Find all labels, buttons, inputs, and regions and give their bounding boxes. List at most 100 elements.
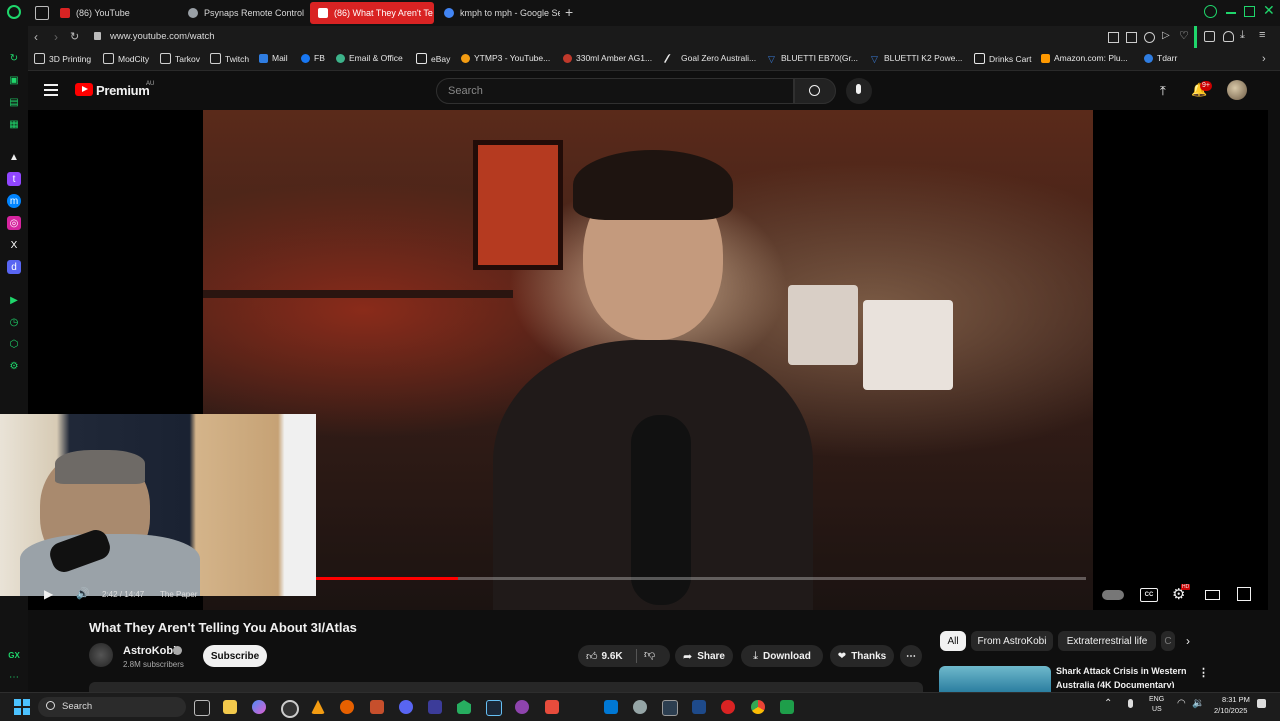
play-icon[interactable]: ▷	[1162, 30, 1170, 41]
profile-icon[interactable]	[1223, 31, 1234, 42]
recommended-title-line-2[interactable]: Australia (4K Documentary)	[1056, 680, 1196, 688]
captions-icon[interactable]: CC	[1140, 588, 1158, 602]
bookmark-item[interactable]: ▽ BLUETTI EB70(Gr...	[768, 53, 858, 64]
tab-menu-icon[interactable]	[35, 6, 49, 20]
discord-taskbar-icon[interactable]	[399, 700, 413, 714]
clock-date[interactable]: 2/10/2025	[1214, 706, 1247, 715]
video-frame[interactable]	[203, 110, 1093, 610]
tray-microphone-icon[interactable]	[1128, 699, 1133, 708]
bookmark-item[interactable]: Drinks Cart	[974, 53, 1032, 64]
settings-icon[interactable]: ⚙	[7, 359, 21, 373]
close-icon[interactable]: ✕	[1263, 2, 1275, 19]
notification-center-icon[interactable]	[1257, 699, 1266, 708]
forward-icon[interactable]: ›	[54, 30, 58, 44]
search-tabs-icon[interactable]	[1204, 5, 1217, 18]
autoplay-toggle[interactable]	[1102, 590, 1124, 600]
app-icon[interactable]	[545, 700, 559, 714]
pin-icon[interactable]	[1108, 32, 1119, 43]
bookmark-item[interactable]: Goal Zero Australi...	[663, 53, 756, 63]
fullscreen-icon[interactable]	[1237, 587, 1251, 601]
app-icon[interactable]	[515, 700, 529, 714]
bookmark-item[interactable]: Twitch	[210, 53, 249, 64]
twitch-icon[interactable]: t	[7, 172, 21, 186]
app-icon[interactable]	[633, 700, 647, 714]
tab-psynaps[interactable]: Psynaps Remote Control	[180, 2, 308, 24]
clock-time[interactable]: 8:31 PM	[1222, 695, 1250, 704]
chip-from-channel[interactable]: From AstroKobi	[971, 631, 1053, 651]
vlc-icon[interactable]	[311, 700, 325, 714]
instagram-icon[interactable]: ◎	[7, 216, 21, 230]
youtube-logo-icon[interactable]	[75, 83, 93, 96]
bookmark-item[interactable]: 3D Printing	[34, 53, 91, 64]
bookmark-item[interactable]: YTMP3 - YouTube...	[461, 53, 550, 63]
copilot-icon[interactable]	[252, 700, 266, 714]
aria-icon[interactable]: ▲	[7, 150, 21, 164]
taskbar-search[interactable]: Search	[38, 697, 186, 717]
chip-all[interactable]: All	[940, 631, 966, 651]
recommended-thumbnail[interactable]	[939, 666, 1051, 692]
tab-google[interactable]: kmph to mph - Google Se	[436, 2, 560, 24]
thumbs-up-icon[interactable]: 👍︎	[586, 650, 598, 663]
vpn-icon[interactable]	[1144, 32, 1155, 43]
recommended-title[interactable]: Shark Attack Crisis in Western	[1056, 666, 1187, 676]
share-button[interactable]: ➦ Share	[675, 645, 733, 667]
voice-search-button[interactable]	[846, 78, 872, 104]
app-icon[interactable]	[721, 700, 735, 714]
cube-icon[interactable]: ⬡	[7, 337, 21, 351]
shield-app-icon[interactable]	[457, 700, 471, 714]
bookmark-item[interactable]: eBay	[416, 53, 450, 64]
hamburger-icon[interactable]	[44, 84, 58, 86]
wifi-icon[interactable]: ◠	[1177, 698, 1186, 709]
player-icon[interactable]: ▶	[7, 293, 21, 307]
description-box[interactable]	[89, 682, 923, 692]
search-button[interactable]	[794, 78, 836, 104]
extensions-icon[interactable]	[1204, 31, 1215, 42]
wallet-icon[interactable]: ▣	[7, 73, 21, 87]
app-icon[interactable]	[428, 700, 442, 714]
language-indicator[interactable]: ENG	[1149, 696, 1164, 703]
bookmark-item[interactable]: Mail	[259, 53, 288, 63]
subscribe-button[interactable]: Subscribe	[203, 645, 267, 667]
more-icon[interactable]: ⋯	[7, 670, 21, 684]
theater-mode-icon[interactable]	[1205, 590, 1220, 600]
chip-partial[interactable]: C	[1161, 631, 1175, 651]
app-icon[interactable]	[692, 700, 706, 714]
progress-track[interactable]	[316, 577, 1086, 580]
bookmark-item[interactable]: ModCity	[103, 53, 149, 64]
bookmark-item[interactable]: FB	[301, 53, 325, 63]
bookmark-item[interactable]: Email & Office	[336, 53, 403, 63]
thanks-button[interactable]: ❤ Thanks	[830, 645, 894, 667]
steam-icon[interactable]	[486, 700, 502, 716]
keyboard-region[interactable]: US	[1152, 706, 1162, 713]
app-icon[interactable]	[662, 700, 678, 716]
bookmarks-overflow-icon[interactable]: ›	[1262, 53, 1266, 65]
download-button[interactable]: ⤓ Download	[741, 645, 823, 667]
x-icon[interactable]: X	[7, 238, 21, 252]
chip-extraterrestrial[interactable]: Extraterrestrial life	[1058, 631, 1156, 651]
like-count[interactable]: 9.6K	[602, 651, 623, 662]
task-view-icon[interactable]	[194, 700, 210, 716]
recommended-menu-icon[interactable]: ⋮	[1198, 666, 1209, 679]
url-field[interactable]: www.youtube.com/watch	[110, 31, 215, 42]
app-icon[interactable]	[370, 700, 384, 714]
messenger-icon[interactable]: m	[7, 194, 21, 208]
snapshot-icon[interactable]	[1126, 32, 1137, 43]
tab-youtube[interactable]: (86) YouTube	[52, 2, 177, 24]
outlook-icon[interactable]	[604, 700, 618, 714]
history-icon[interactable]: ↻	[7, 51, 21, 65]
tray-overflow-icon[interactable]: ⌃	[1104, 698, 1112, 709]
bookmark-item[interactable]: Tarkov	[160, 53, 200, 64]
maximize-icon[interactable]	[1244, 6, 1255, 17]
bookmark-item[interactable]: Amazon.com: Plu...	[1041, 53, 1128, 63]
opera-taskbar-icon[interactable]	[281, 700, 299, 718]
file-explorer-icon[interactable]	[223, 700, 237, 714]
clock-icon[interactable]: ◷	[7, 315, 21, 329]
channel-avatar[interactable]	[89, 643, 113, 667]
tab-active-video[interactable]: (86) What They Aren't Te	[310, 2, 434, 24]
opera-logo-icon[interactable]	[7, 5, 21, 19]
back-icon[interactable]: ‹	[34, 30, 38, 44]
speaker-icon[interactable]: 🔉	[1192, 698, 1204, 709]
thumbs-down-icon[interactable]: 👎︎	[644, 648, 655, 661]
menu-icon[interactable]: ≡	[1259, 29, 1265, 41]
heart-icon[interactable]: ♡	[1179, 29, 1189, 42]
